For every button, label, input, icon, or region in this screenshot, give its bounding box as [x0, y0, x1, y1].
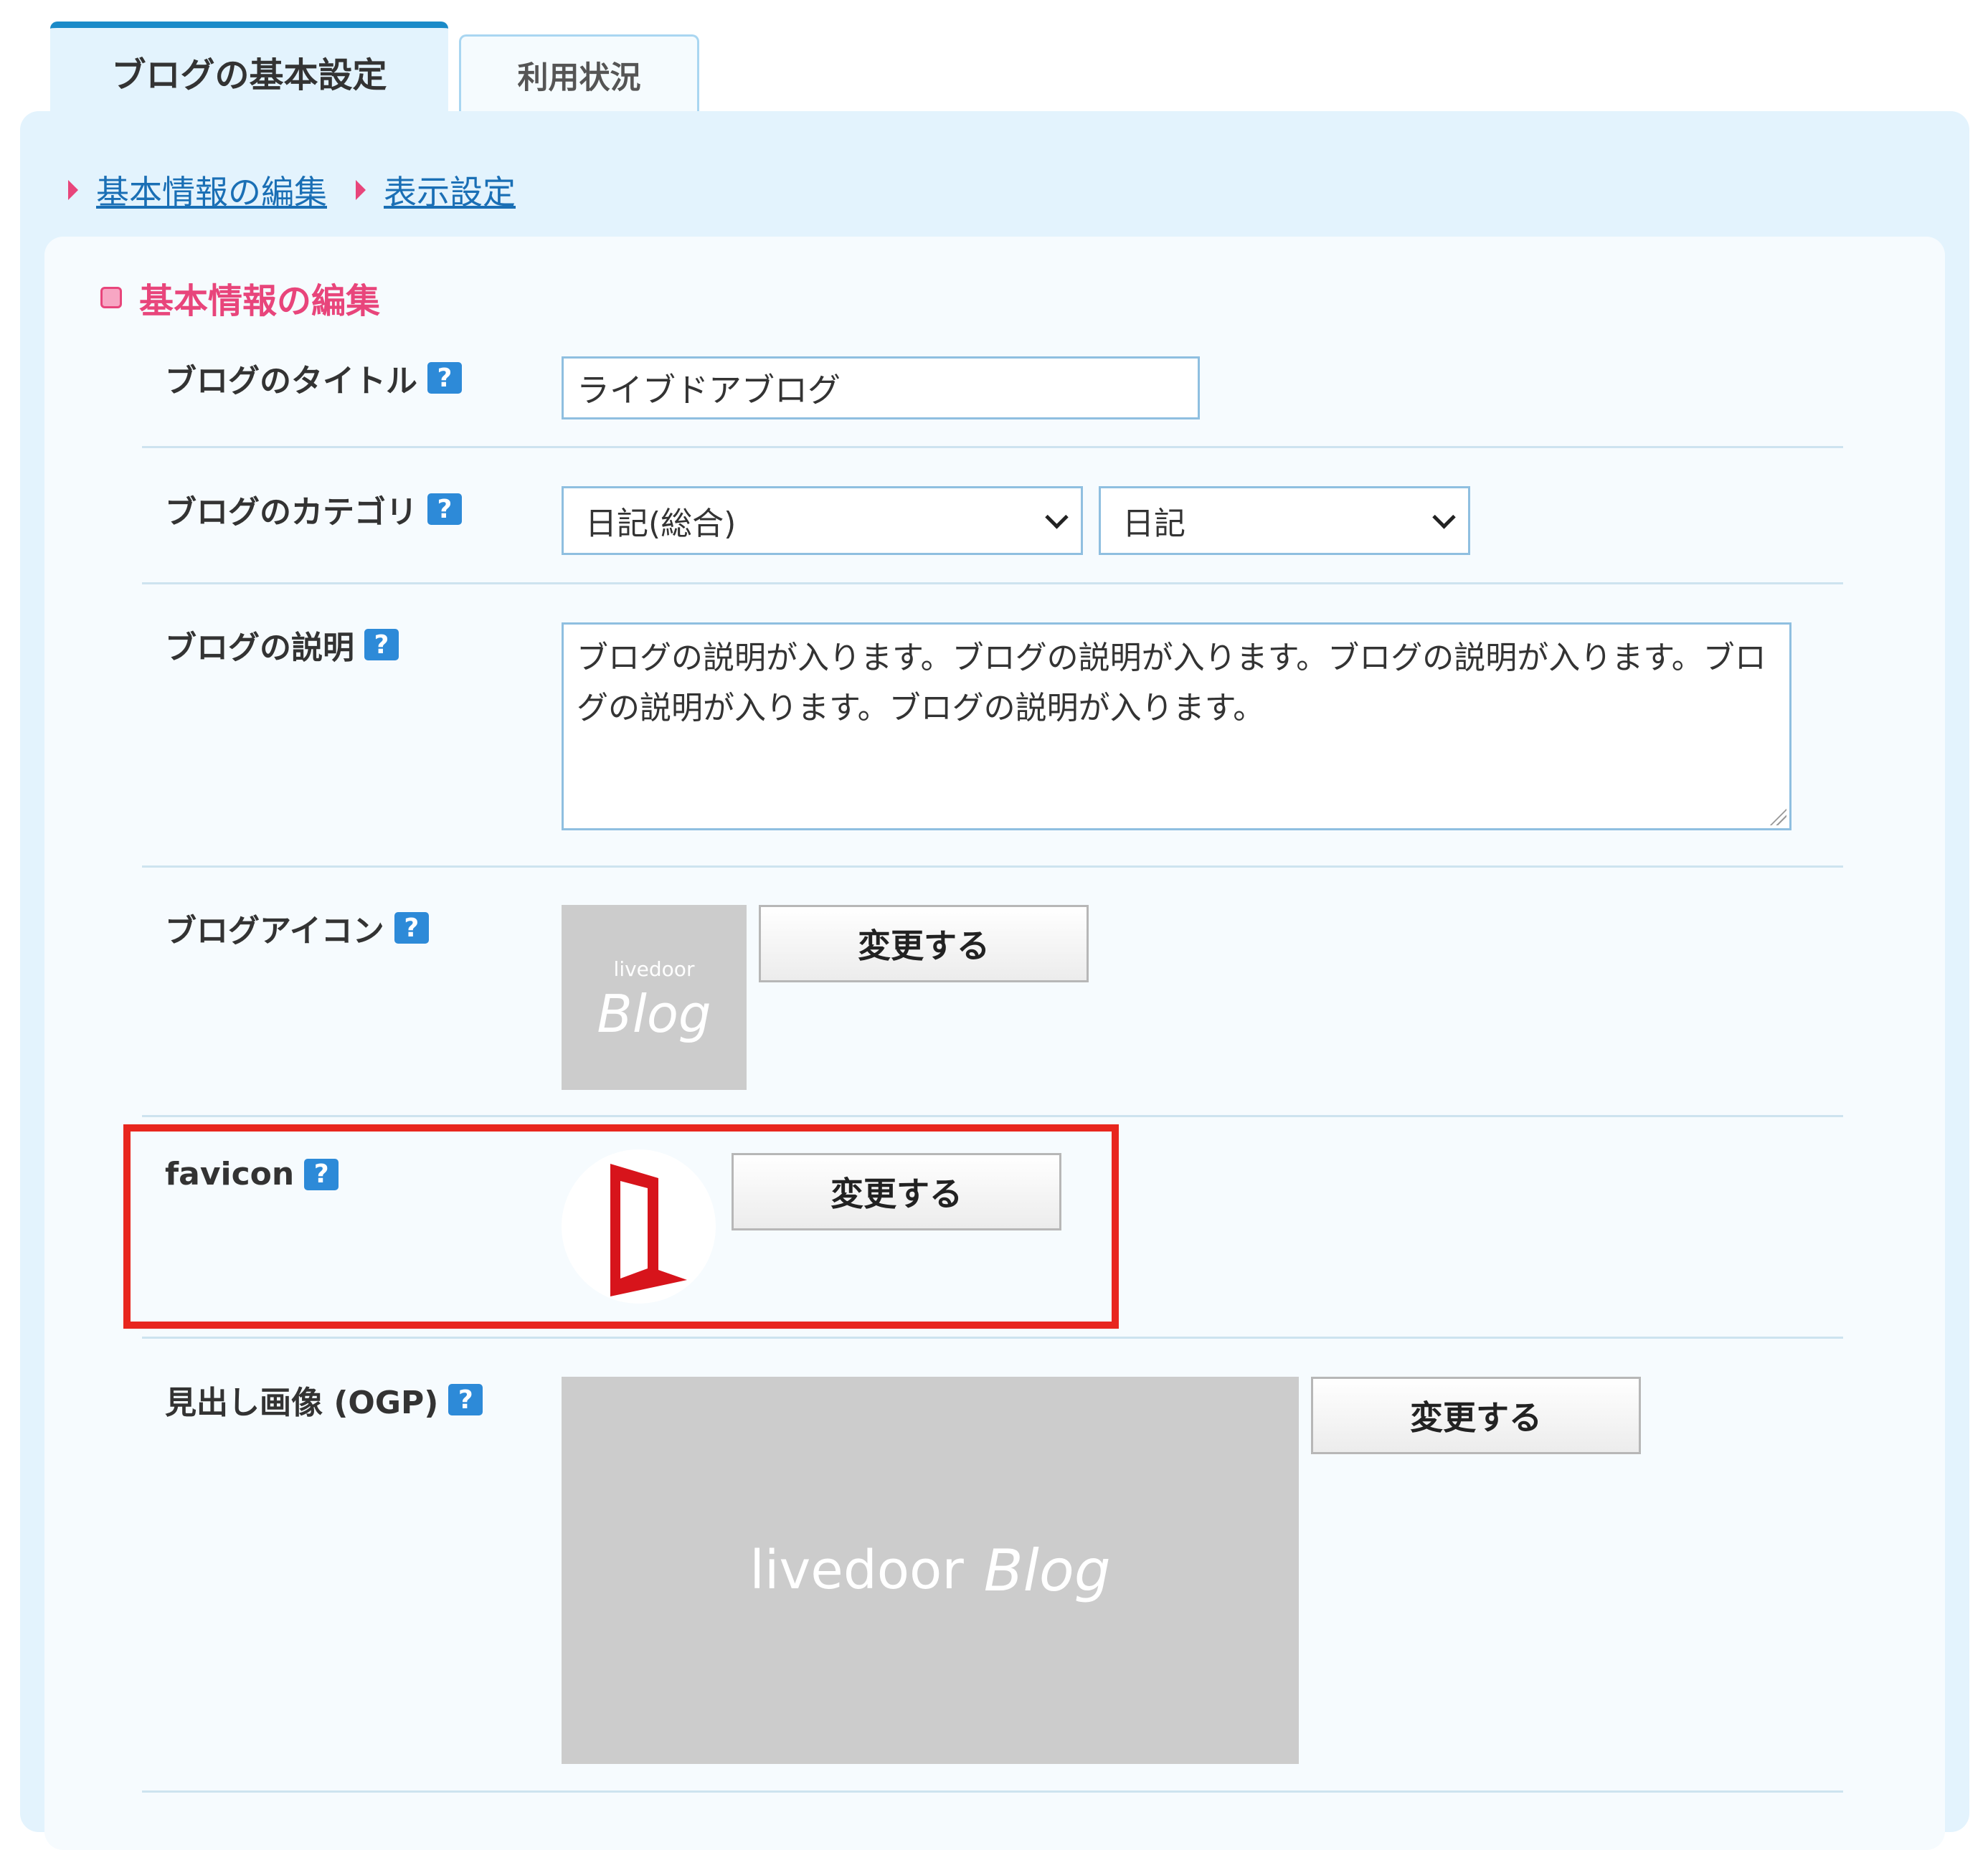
- category-primary-select[interactable]: 日記(総合): [562, 486, 1083, 555]
- select-value: 日記(総合): [585, 506, 737, 542]
- blog-description-textarea[interactable]: ブログの説明が入ります。ブログの説明が入ります。ブログの説明が入ります。ブログの…: [562, 622, 1791, 830]
- help-icon[interactable]: ?: [427, 493, 462, 525]
- row-divider: [142, 1790, 1843, 1793]
- ogp-image-preview: livedoor Blog: [562, 1377, 1299, 1764]
- row-divider: [142, 1337, 1843, 1339]
- help-icon[interactable]: ?: [394, 912, 429, 944]
- tab-blog-basic-settings[interactable]: ブログの基本設定: [50, 22, 448, 115]
- label-text: 見出し画像 (OGP): [165, 1385, 439, 1421]
- logo-small-text: livedoor: [613, 957, 695, 981]
- label-text: ブログのカテゴリ: [165, 494, 417, 531]
- row-divider: [142, 865, 1843, 868]
- resize-grip-icon[interactable]: [1768, 807, 1786, 825]
- row-divider: [142, 446, 1843, 448]
- ogp-logo-text: livedoor: [749, 1540, 964, 1601]
- subnav: 基本情報の編集 表示設定: [68, 165, 516, 215]
- label-text: ブログのタイトル: [165, 363, 417, 399]
- section-title: 基本情報の編集: [100, 272, 380, 323]
- section-title-text: 基本情報の編集: [139, 281, 381, 321]
- help-icon[interactable]: ?: [427, 362, 462, 394]
- favicon-highlight-frame: [123, 1124, 1119, 1329]
- label-text: ブログアイコン: [165, 913, 384, 949]
- label-text: ブログの説明: [165, 630, 354, 666]
- textarea-value: ブログの説明が入ります。ブログの説明が入ります。ブログの説明が入ります。ブログの…: [577, 640, 1766, 726]
- triangle-right-icon: [68, 180, 78, 200]
- help-icon[interactable]: ?: [448, 1384, 483, 1415]
- subnav-link-display-settings[interactable]: 表示設定: [384, 166, 516, 214]
- tab-label: 利用状況: [517, 60, 641, 96]
- chevron-down-icon: [1432, 506, 1456, 529]
- field-label-icon: ブログアイコン ?: [165, 905, 429, 951]
- logo-big-text: Blog: [597, 984, 711, 1044]
- square-bullet-icon: [100, 287, 122, 308]
- category-secondary-select[interactable]: 日記: [1099, 486, 1470, 555]
- row-divider: [142, 1115, 1843, 1117]
- select-value: 日記: [1122, 506, 1185, 542]
- tab-label: ブログの基本設定: [111, 54, 387, 95]
- field-label-ogp: 見出し画像 (OGP) ?: [165, 1377, 483, 1423]
- row-divider: [142, 582, 1843, 584]
- subnav-link-basic-info[interactable]: 基本情報の編集: [96, 166, 327, 214]
- field-label-title: ブログのタイトル ?: [165, 355, 462, 401]
- triangle-right-icon: [356, 180, 366, 200]
- blog-icon-preview: livedoor Blog: [562, 905, 747, 1090]
- blog-title-input[interactable]: [562, 356, 1200, 419]
- change-ogp-button[interactable]: 変更する: [1311, 1377, 1641, 1454]
- chevron-down-icon: [1045, 506, 1069, 529]
- tab-usage-status[interactable]: 利用状況: [459, 34, 699, 113]
- field-label-description: ブログの説明 ?: [165, 622, 399, 668]
- subnav-item-display-settings: 表示設定: [356, 166, 516, 214]
- ogp-logo-italic-text: Blog: [983, 1537, 1111, 1604]
- field-label-category: ブログのカテゴリ ?: [165, 486, 462, 532]
- subnav-item-basic-info: 基本情報の編集: [68, 166, 327, 214]
- change-icon-button[interactable]: 変更する: [759, 905, 1089, 982]
- help-icon[interactable]: ?: [364, 629, 399, 660]
